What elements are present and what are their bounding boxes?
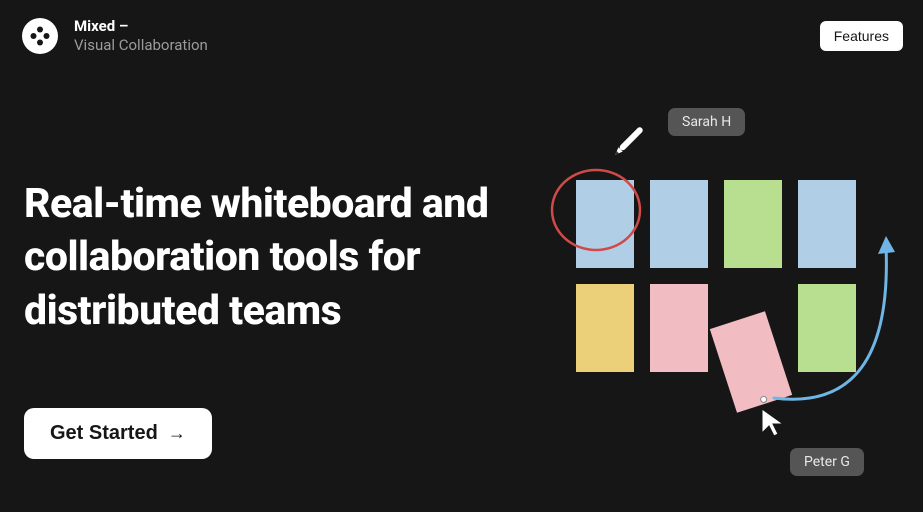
- sticky-note: [650, 180, 708, 268]
- user-tag: Sarah H: [668, 108, 745, 136]
- pencil-icon: [602, 118, 652, 168]
- arrow-right-icon: →: [168, 423, 186, 444]
- curved-arrow-icon: [768, 228, 908, 408]
- cta-label: Get Started: [50, 422, 158, 445]
- hero: Real-time whiteboard and collaboration t…: [0, 178, 540, 459]
- sticky-note: [576, 284, 634, 372]
- brand-subtitle: Visual Collaboration: [74, 36, 208, 56]
- whiteboard-canvas: Sarah H Peter G: [540, 100, 920, 500]
- brand-title: Mixed –: [74, 17, 208, 37]
- user-tag: Peter G: [790, 448, 864, 476]
- logo-icon: [20, 16, 60, 56]
- hero-heading: Real-time whiteboard and collaboration t…: [24, 178, 516, 338]
- brand-text: Mixed – Visual Collaboration: [74, 17, 208, 56]
- brand: Mixed – Visual Collaboration: [20, 16, 208, 56]
- cursor-icon: [758, 406, 792, 440]
- circle-annotation-icon: [546, 158, 646, 258]
- get-started-button[interactable]: Get Started →: [24, 408, 212, 459]
- user-tag-label: Sarah H: [682, 114, 731, 130]
- sticky-note: [650, 284, 708, 372]
- drag-handle-icon: [759, 395, 768, 404]
- features-button[interactable]: Features: [820, 21, 903, 51]
- user-tag-label: Peter G: [804, 454, 850, 470]
- header: Mixed – Visual Collaboration Features: [0, 0, 923, 72]
